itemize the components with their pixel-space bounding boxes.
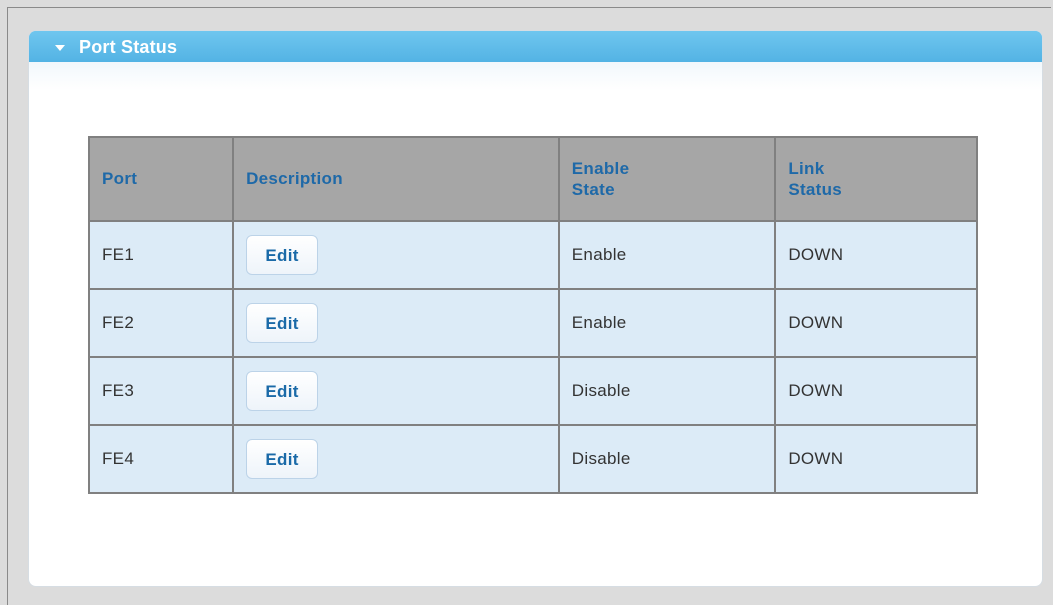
column-header-link-status-line2: Status (788, 180, 843, 199)
edit-description-button[interactable]: Edit (246, 235, 319, 275)
description-cell: Edit (232, 424, 560, 494)
edit-description-button[interactable]: Edit (246, 371, 319, 411)
panel-header-band (29, 31, 1042, 63)
column-header-description: Description (232, 136, 560, 222)
port-cell: FE4 (87, 424, 235, 494)
column-header-description-label: Description (246, 169, 343, 189)
column-header-enable-state-line2: State (571, 180, 615, 199)
description-cell: Edit (232, 356, 560, 426)
description-cell: Edit (232, 220, 560, 290)
column-header-port: Port (87, 136, 235, 222)
port-status-table: Port Description Enable State Link Statu… (87, 136, 978, 494)
panel-header[interactable]: Port Status (29, 31, 1042, 91)
table-row: FE3 Edit Disable DOWN (87, 356, 978, 426)
link-status-cell: DOWN (774, 220, 978, 290)
enable-state-cell: Disable (557, 424, 777, 494)
link-status-cell: DOWN (774, 424, 978, 494)
column-header-enable-state: Enable State (557, 136, 777, 222)
table-row: FE4 Edit Disable DOWN (87, 424, 978, 494)
column-header-link-status: Link Status (774, 136, 978, 222)
enable-state-cell: Enable (557, 288, 777, 358)
link-status-cell: DOWN (774, 288, 978, 358)
edit-description-button[interactable]: Edit (246, 439, 319, 479)
column-header-enable-state-line1: Enable (571, 158, 630, 178)
edit-description-button[interactable]: Edit (246, 303, 319, 343)
enable-state-cell: Enable (557, 220, 777, 290)
panel-header-fade (29, 62, 1042, 91)
link-status-cell: DOWN (774, 356, 978, 426)
collapse-triangle-icon[interactable] (55, 45, 65, 51)
column-header-link-status-line1: Link (788, 158, 825, 178)
panel-title[interactable]: Port Status (55, 34, 177, 60)
description-cell: Edit (232, 288, 560, 358)
table-row: FE1 Edit Enable DOWN (87, 220, 978, 290)
enable-state-cell: Disable (557, 356, 777, 426)
panel-title-text: Port Status (79, 36, 178, 57)
table-row: FE2 Edit Enable DOWN (87, 288, 978, 358)
column-header-port-label: Port (102, 169, 138, 189)
table-header-row: Port Description Enable State Link Statu… (87, 136, 978, 222)
port-cell: FE2 (87, 288, 235, 358)
port-cell: FE3 (87, 356, 235, 426)
port-cell: FE1 (87, 220, 235, 290)
